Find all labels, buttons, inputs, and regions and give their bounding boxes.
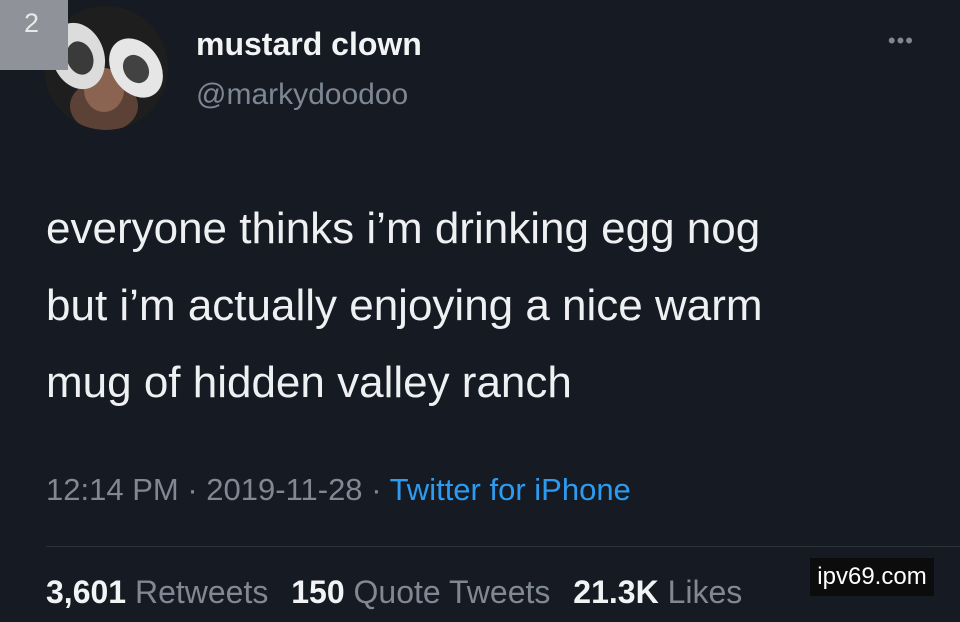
tweet-time[interactable]: 12:14 PM xyxy=(46,472,179,507)
likes-count: 21.3K xyxy=(573,574,659,610)
likes-label: Likes xyxy=(667,574,743,610)
tweet-text-line: but i’m actually enjoying a nice warm xyxy=(46,281,763,330)
tweet-text-line: mug of hidden valley ranch xyxy=(46,358,572,407)
watermark: ipv69.com xyxy=(810,558,934,596)
quote-tweets-count: 150 xyxy=(291,574,345,610)
tweet-text: everyone thinks i’m drinking egg nog but… xyxy=(46,190,926,421)
quote-tweets-stat[interactable]: 150 Quote Tweets xyxy=(291,574,559,610)
divider xyxy=(46,546,960,547)
retweets-label: Retweets xyxy=(134,574,269,610)
tweet-stats: 3,601 Retweets 150 Quote Tweets 21.3K Li… xyxy=(46,574,756,611)
image-index-badge: 2 xyxy=(0,0,68,70)
retweets-count: 3,601 xyxy=(46,574,127,610)
tweet-text-line: everyone thinks i’m drinking egg nog xyxy=(46,204,761,253)
tweet-date[interactable]: 2019-11-28 xyxy=(206,472,362,507)
tweet-meta: 12:14 PM · 2019-11-28 · Twitter for iPho… xyxy=(46,472,631,508)
meta-separator: · xyxy=(371,472,382,507)
tweet-source-link[interactable]: Twitter for iPhone xyxy=(390,472,631,507)
retweets-stat[interactable]: 3,601 Retweets xyxy=(46,574,277,610)
display-name[interactable]: mustard clown xyxy=(196,26,422,63)
quote-tweets-label: Quote Tweets xyxy=(353,574,551,610)
meta-separator: · xyxy=(187,472,198,507)
more-options-icon[interactable]: ••• xyxy=(888,28,914,54)
user-handle[interactable]: @markydoodoo xyxy=(196,78,408,112)
tweet-screenshot: 2 mustard clown @markydoodoo ••• everyon… xyxy=(0,0,960,622)
likes-stat[interactable]: 21.3K Likes xyxy=(573,574,742,610)
